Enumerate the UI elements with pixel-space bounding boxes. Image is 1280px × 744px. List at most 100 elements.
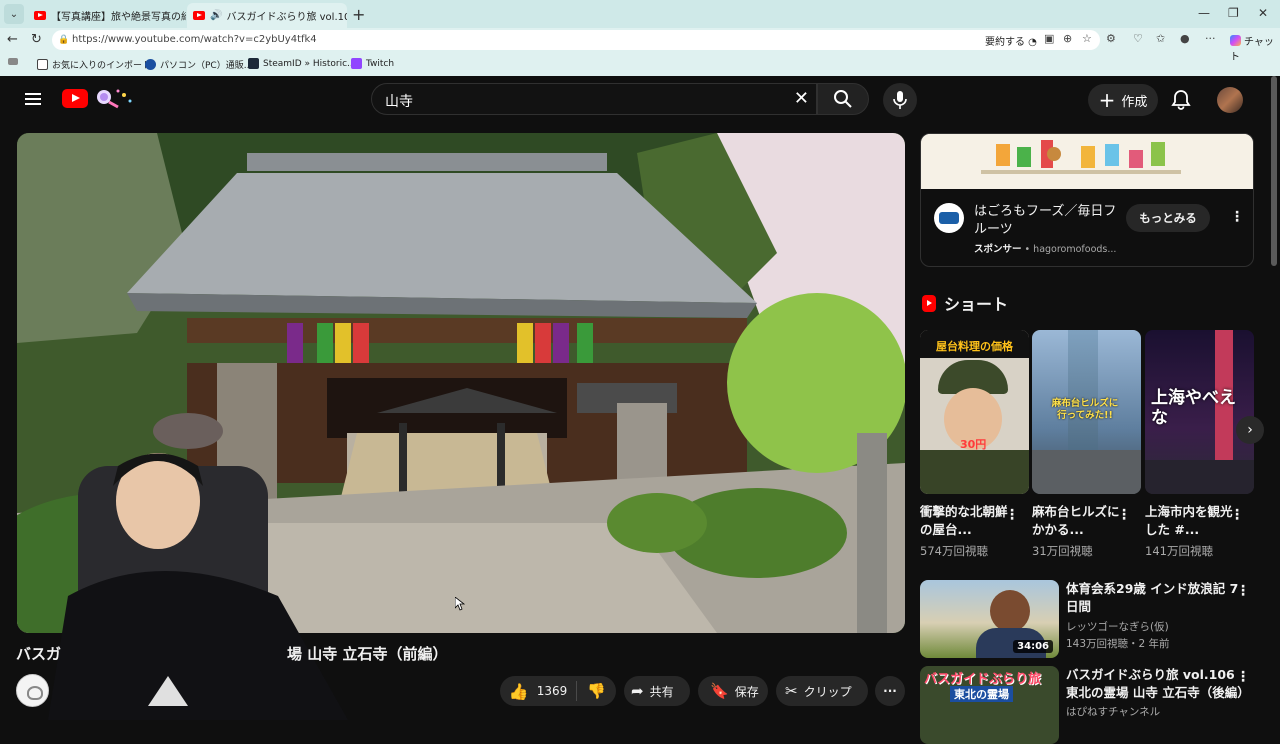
browser-chrome: ⌄ 【写真講座】旅や絶景写真の綺麗な撮 ✕ 🔊 バスガイドぶらり旅 vol.10… [0, 0, 1280, 76]
bookmark-import[interactable]: お気に入りのインポート [37, 58, 151, 71]
back-icon[interactable]: ← [7, 32, 18, 47]
tab-title: バスガイドぶらり旅 vol.105 東北の [226, 12, 347, 23]
short-thumbnail[interactable]: 麻布台ヒルズに行ってみた!! [1032, 330, 1141, 494]
thumbs-down-icon: 👎 [587, 682, 606, 700]
bookmark-label: SteamID » Historic... [263, 58, 356, 69]
short-thumb-caption: 麻布台ヒルズに行ってみた!! [1051, 398, 1119, 421]
price-overlay: 30円 [960, 438, 987, 451]
create-button[interactable]: + 作成 [1088, 84, 1158, 116]
page-scrollbar[interactable] [1271, 76, 1277, 266]
extensions-icon[interactable]: ⚙ [1106, 32, 1116, 45]
short-thumbnail[interactable]: 上海やべえな [1145, 330, 1254, 494]
browser-essentials-icon[interactable]: ♡ [1133, 32, 1143, 45]
favorites-icon[interactable]: ✩ [1156, 32, 1165, 45]
twitch-icon [351, 58, 362, 69]
video-meta: 143万回視聴・2 年前 [1066, 638, 1170, 650]
short-thumb-caption: 屋台料理の価格 [920, 330, 1029, 358]
video-thumbnail[interactable]: 34:06 [920, 580, 1059, 658]
minimize-icon[interactable]: — [1198, 6, 1210, 20]
bookmarks-bar: お気に入りのインポート パソコン（PC）通販... SteamID » Hist… [0, 54, 1280, 74]
short-item[interactable]: 麻布台ヒルズに行ってみた!! 麻布台ヒルズにかかる... 31万回視聴 ⋮ [1032, 330, 1141, 559]
video-thumbnail[interactable]: バスガイドぶらり旅 東北の霊場 [920, 666, 1059, 744]
steam-icon [248, 58, 259, 69]
tab-bus-guide[interactable]: 🔊 バスガイドぶらり旅 vol.105 東北の ✕ [187, 3, 347, 28]
youtube-logo-icon[interactable] [62, 89, 88, 108]
clear-search-icon[interactable]: ✕ [794, 88, 809, 109]
channel-avatar[interactable] [16, 674, 49, 707]
speaker-icon[interactable]: 🔊 [210, 10, 222, 21]
summarize-button[interactable]: 要約する ◔ [985, 33, 1037, 48]
bookmark-steamid[interactable]: SteamID » Historic... [248, 58, 356, 69]
bookmark-label: パソコン（PC）通販... [160, 61, 253, 71]
bookmark-twitch[interactable]: Twitch [351, 58, 394, 69]
notifications-bell-icon[interactable] [1170, 88, 1192, 110]
channel-name[interactable]: レッツゴーなぎら(仮) [1066, 619, 1169, 634]
site-info-icon[interactable]: 🔒 [58, 30, 69, 50]
bookmark-pc-shop[interactable]: パソコン（PC）通販... [145, 58, 252, 71]
like-dislike-group: 👍 1369 👎 [500, 676, 616, 706]
account-avatar[interactable] [1217, 87, 1243, 113]
video-menu-icon[interactable]: ⋮ [1236, 670, 1250, 684]
video-duration: 34:06 [1013, 640, 1053, 653]
clip-button[interactable]: ✂ クリップ [776, 676, 868, 706]
address-bar[interactable]: 🔒 https://www.youtube.com/watch?v=c2ybUy… [52, 30, 1100, 50]
short-menu-icon[interactable]: ⋮ [1005, 508, 1019, 522]
like-button[interactable]: 👍 1369 [500, 682, 576, 701]
recommendation-item[interactable]: 34:06 体育会系29歳 インド放浪記 7日間 レッツゴーなぎら(仮) 143… [920, 580, 1264, 660]
more-horizontal-icon: ··· [883, 684, 897, 698]
more-actions-button[interactable]: ··· [875, 676, 905, 706]
short-thumbnail[interactable]: 屋台料理の価格 30円 [920, 330, 1029, 494]
share-button[interactable]: ➦ 共有 [624, 676, 690, 706]
more-menu-icon[interactable]: ··· [1205, 32, 1216, 45]
microphone-icon [893, 91, 907, 109]
zoom-icon[interactable]: ⊕ [1063, 32, 1072, 45]
advertiser-logo [934, 203, 964, 233]
new-tab-button[interactable]: + [352, 5, 365, 24]
shorts-logo-icon [922, 294, 936, 312]
tab-list-button[interactable]: ⌄ [4, 4, 24, 24]
youtube-page: 山寺 ✕ + 作成 バスガ 場 山寺 立石寺（前編） 👍 1369 👎 ➦ 共有… [0, 76, 1280, 744]
copilot-icon [1230, 35, 1241, 46]
doodle-icon[interactable] [92, 87, 134, 109]
window-close-icon[interactable]: ✕ [1258, 6, 1268, 20]
clip-label: クリップ [803, 684, 852, 699]
reload-icon[interactable]: ↻ [31, 32, 42, 47]
ad-menu-icon[interactable]: ⋮ [1230, 210, 1244, 224]
short-title[interactable]: 上海市内を観光した #... [1145, 503, 1235, 539]
tab-strip: ⌄ 【写真講座】旅や絶景写真の綺麗な撮 ✕ 🔊 バスガイドぶらり旅 vol.10… [0, 0, 1280, 28]
restore-icon[interactable]: ❐ [1228, 6, 1239, 20]
favorite-star-icon[interactable]: ☆ [1082, 32, 1092, 45]
short-item[interactable]: 屋台料理の価格 30円 衝撃的な北朝鮮の屋台... 574万回視聴 ⋮ [920, 330, 1029, 559]
thumb-caption: 東北の霊場 [950, 686, 1013, 702]
recommendation-item[interactable]: バスガイドぶらり旅 東北の霊場 バスガイドぶらり旅 vol.106 東北の霊場 … [920, 666, 1264, 744]
profile-icon[interactable]: ● [1180, 32, 1190, 45]
person-head [990, 590, 1030, 632]
shorts-next-button[interactable]: › [1236, 416, 1264, 444]
video-menu-icon[interactable]: ⋮ [1236, 584, 1250, 598]
voice-search-button[interactable] [883, 83, 917, 117]
channel-name[interactable]: はぴねすチャンネル [1066, 704, 1160, 719]
search-input[interactable]: 山寺 ✕ [371, 83, 817, 115]
webcam-overlay [48, 413, 348, 720]
short-thumb-caption: 上海やべえな [1151, 388, 1236, 428]
dislike-button[interactable]: 👎 [577, 682, 616, 700]
short-menu-icon[interactable]: ⋮ [1230, 508, 1244, 522]
reading-view-icon[interactable] [8, 58, 22, 65]
short-menu-icon[interactable]: ⋮ [1117, 508, 1131, 522]
ad-cta-button[interactable]: もっとみる [1126, 204, 1210, 232]
video-title[interactable]: バスガイドぶらり旅 vol.106 東北の霊場 山寺 立石寺（後編） [1066, 666, 1250, 702]
short-title[interactable]: 衝撃的な北朝鮮の屋台... [920, 503, 1010, 539]
create-label: 作成 [1121, 94, 1148, 110]
video-title-left: バスガ [16, 645, 62, 663]
app-available-icon[interactable]: ▣ [1044, 32, 1054, 45]
save-button[interactable]: 🔖 保存 [698, 676, 768, 706]
menu-icon[interactable] [25, 93, 41, 105]
ad-title[interactable]: はごろもフーズ／毎日フルーツ [974, 203, 1124, 239]
short-title[interactable]: 麻布台ヒルズにかかる... [1032, 503, 1122, 539]
tab-photo-course[interactable]: 【写真講座】旅や絶景写真の綺麗な撮 ✕ [28, 3, 186, 28]
video-title[interactable]: 体育会系29歳 インド放浪記 7日間 [1066, 580, 1246, 616]
street [1032, 450, 1141, 494]
search-button[interactable] [817, 83, 869, 115]
short-item[interactable]: 上海やべえな 上海市内を観光した #... 141万回視聴 ⋮ [1145, 330, 1254, 559]
sponsored-ad[interactable]: はごろもフーズ／毎日フルーツ スポンサー • hagoromofoods... … [920, 133, 1254, 267]
